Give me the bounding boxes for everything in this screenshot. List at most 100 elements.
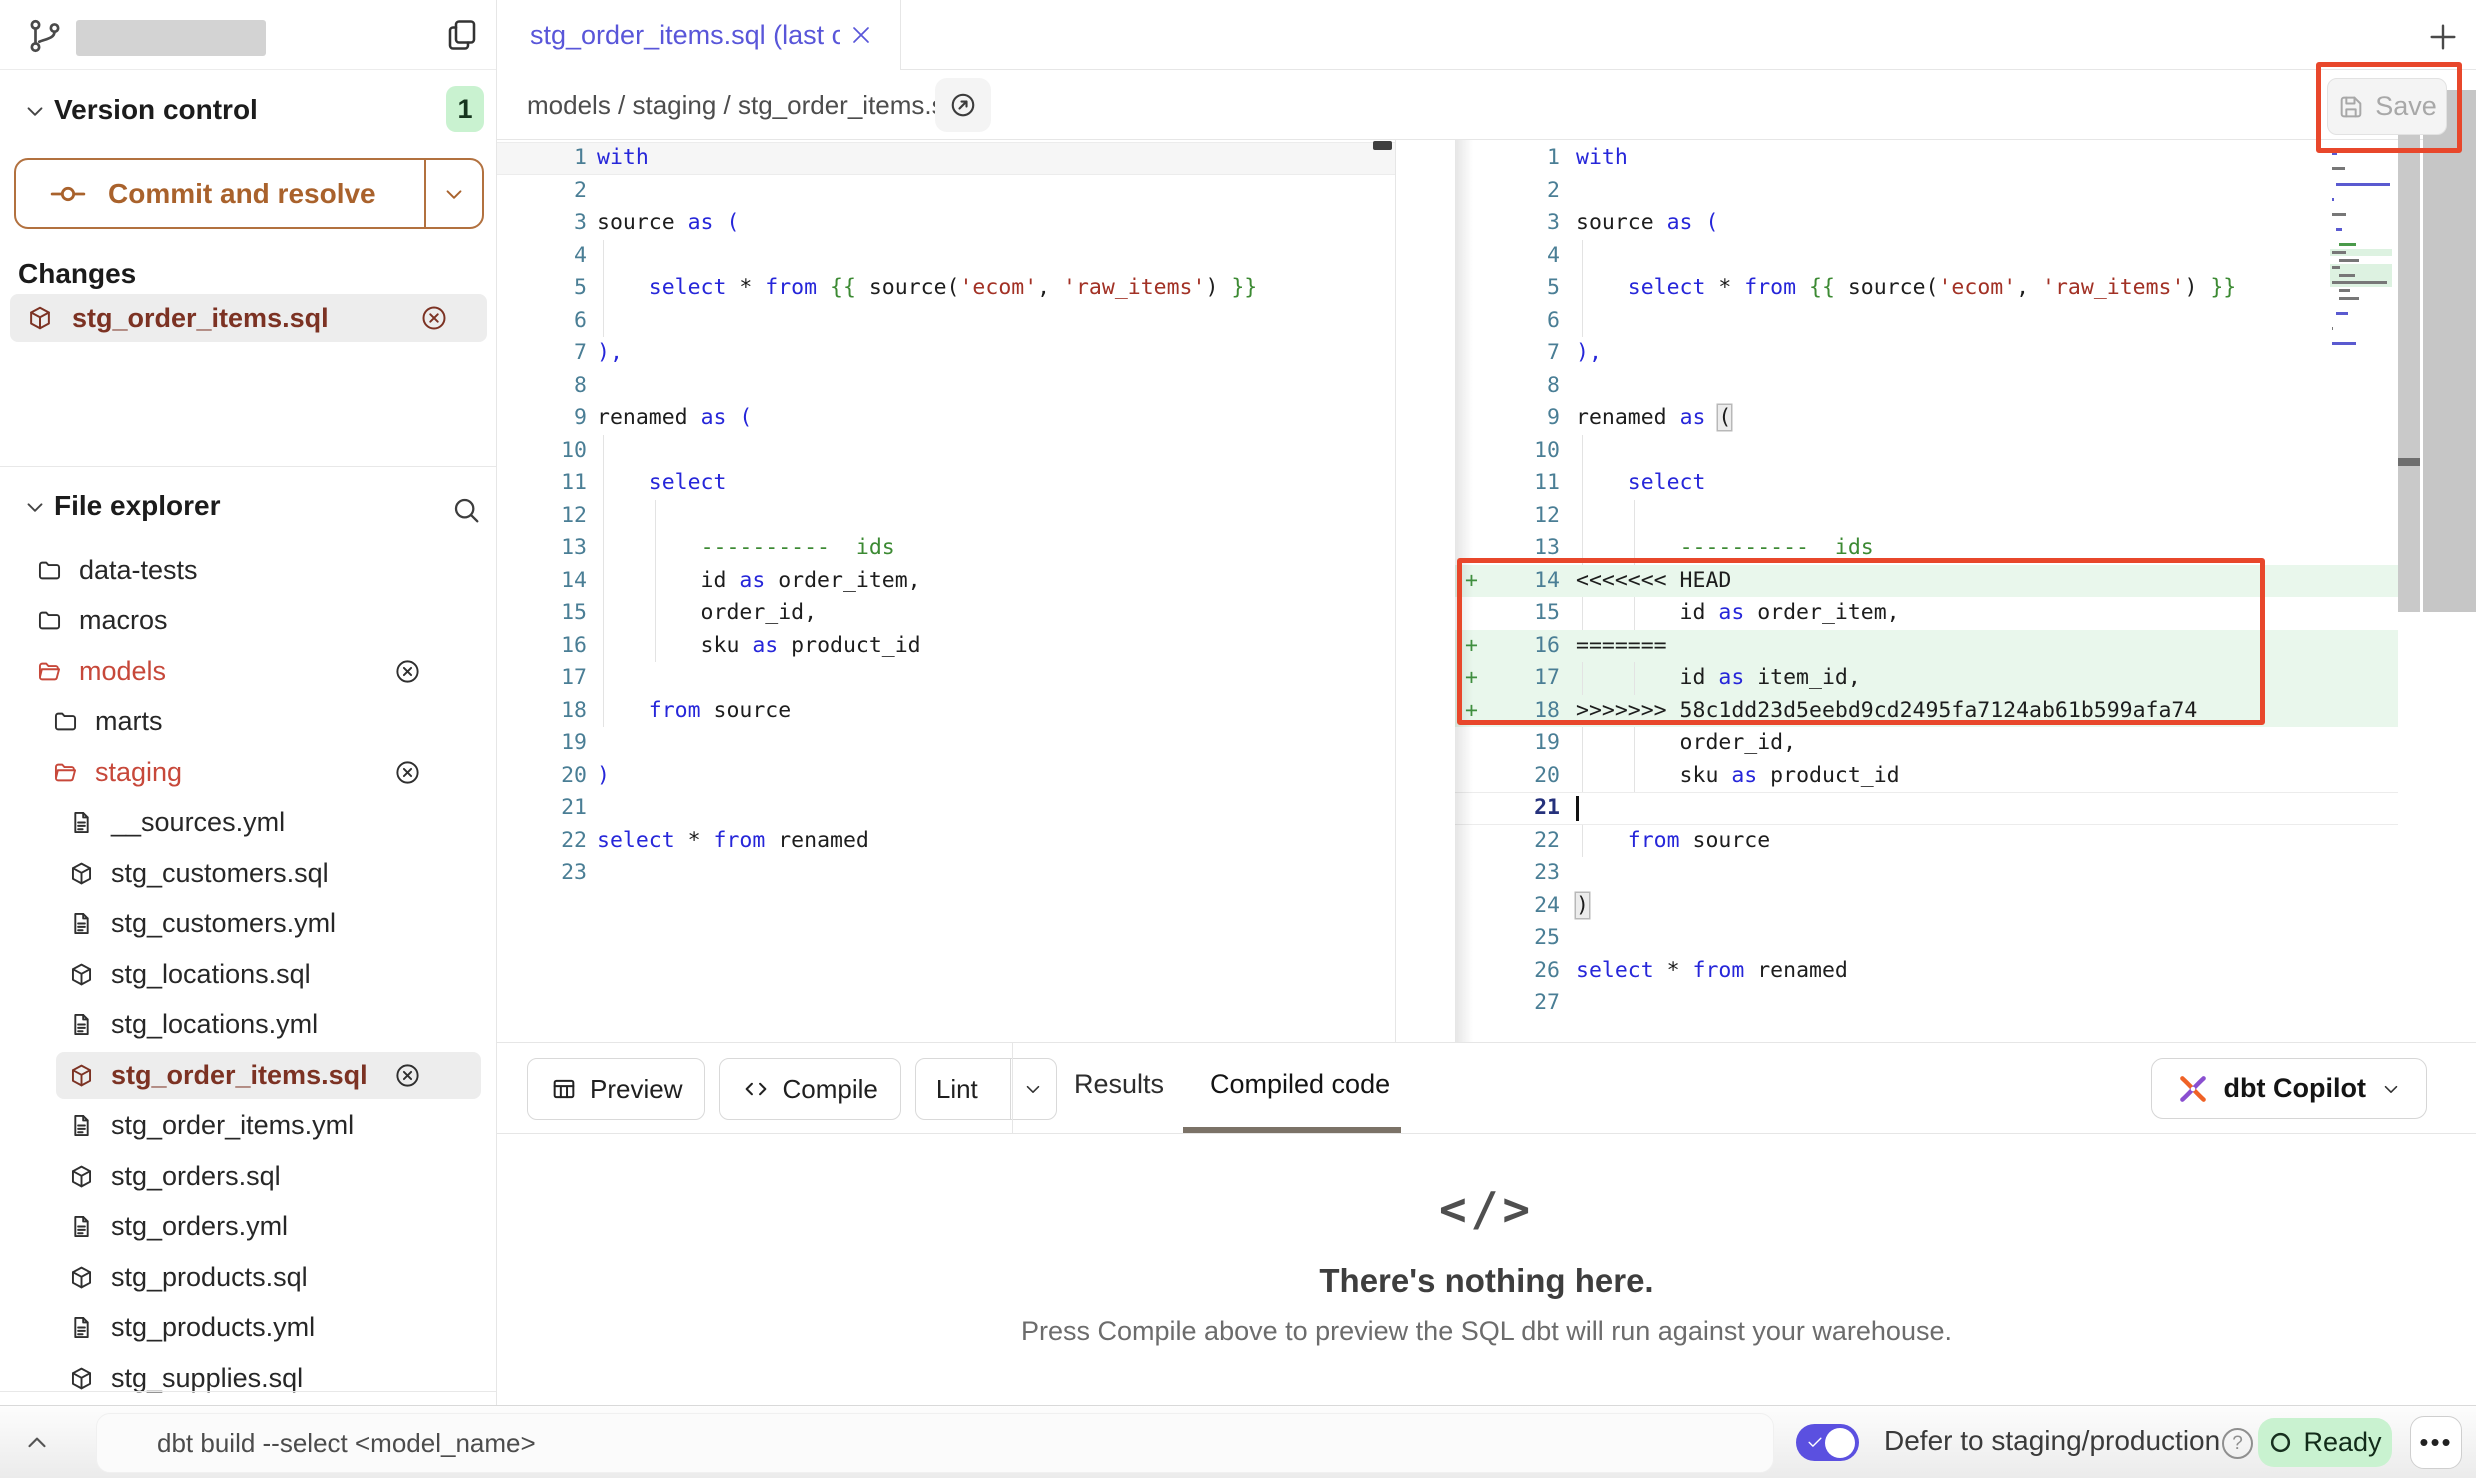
code-line-1: 1with [497,142,1395,175]
code-line-23: 23 [497,857,1395,890]
code-line-24: 24) [1455,890,2398,923]
file-label: stg_order_items.sql [111,1060,368,1091]
save-button[interactable]: Save [2327,78,2447,135]
code-line-10: 10 [497,435,1395,468]
toolbar-divider [1012,1043,1013,1133]
compile-button[interactable]: Compile [719,1058,900,1120]
commit-and-resolve-button[interactable]: Commit and resolve [14,158,484,229]
file-row-stg_locations.yml[interactable]: stg_locations.yml [0,1000,496,1051]
code-icon: </> [497,1182,2476,1236]
tab-bar: stg_order_items.sql (last c... [497,0,2476,70]
empty-state-subtitle: Press Compile above to preview the SQL d… [497,1316,2476,1347]
code-line-14: 14 id as order_item, [497,565,1395,598]
file-row-data-tests[interactable]: data-tests [0,545,496,596]
new-tab-icon[interactable] [2426,20,2460,54]
sidebar-top-bar [0,0,496,70]
version-control-header[interactable]: Version control 1 [0,84,496,140]
breadcrumb-bar: models / staging / stg_order_items.sql [497,70,2476,140]
file-row-stg_locations.sql[interactable]: stg_locations.sql [0,949,496,1000]
file-row-stg_order_items.sql[interactable]: stg_order_items.sql [0,1050,496,1101]
preview-button[interactable]: Preview [527,1058,705,1120]
chevron-down-icon[interactable] [22,98,48,124]
file-row-stg_order_items.yml[interactable]: stg_order_items.yml [0,1101,496,1152]
file-label: stg_customers.sql [111,858,329,889]
ready-label: Ready [2303,1427,2381,1458]
changed-file-row[interactable]: stg_order_items.sql [10,294,487,342]
lineage-icon [948,90,978,120]
search-icon[interactable] [450,494,482,526]
lineage-button[interactable] [935,78,991,132]
file-row-marts[interactable]: marts [0,697,496,748]
close-icon[interactable] [849,23,873,47]
defer-toggle[interactable] [1796,1424,1859,1461]
left-pane-scrollbar-thumb[interactable] [1373,141,1392,150]
code-line-11: 11 select [497,467,1395,500]
more-options-button[interactable]: ••• [2410,1416,2462,1469]
help-icon[interactable]: ? [2222,1428,2253,1459]
breadcrumb[interactable]: models / staging / stg_order_items.sql [527,90,965,121]
code-line-16: +16======= [1455,630,2398,663]
file-row-macros[interactable]: macros [0,596,496,647]
changes-section-label: Changes [18,258,136,290]
file-row-stg_orders.yml[interactable]: stg_orders.yml [0,1202,496,1253]
tab-stg-order-items[interactable]: stg_order_items.sql (last c... [497,0,901,70]
code-line-17: 17 [497,662,1395,695]
commit-button-label: Commit and resolve [108,178,376,210]
git-branch-icon[interactable] [26,17,64,55]
chevron-up-icon[interactable] [22,1428,52,1458]
minimap-slider[interactable] [2398,90,2420,612]
bottom-toolbar: Preview Compile Lint Results Compiled co… [497,1042,2476,1134]
commit-icon [48,174,88,214]
file-icon [68,809,95,836]
code-line-21: 21 [497,792,1395,825]
file-row-stg_products.yml[interactable]: stg_products.yml [0,1303,496,1354]
file-label: stg_products.yml [111,1312,315,1343]
results-panel: </> There's nothing here. Press Compile … [497,1134,2476,1405]
tab-label: stg_order_items.sql (last c... [530,20,840,51]
chevron-down-icon [1022,1078,1044,1100]
discard-change-icon[interactable] [394,759,421,786]
editor-pane-left[interactable]: 1with23source as (45 select * from {{ so… [497,140,1395,1042]
command-input[interactable]: dbt build --select <model_name> [96,1413,1774,1473]
file-row-stg_products.sql[interactable]: stg_products.sql [0,1252,496,1303]
editor-pane-right[interactable]: 1with23source as (45 select * from {{ so… [1455,140,2398,1042]
dbt-ide-window: Version control 1 Commit and resolve Cha… [0,0,2476,1478]
file-row-stg_orders.sql[interactable]: stg_orders.sql [0,1151,496,1202]
discard-change-icon[interactable] [394,658,421,685]
commit-dropdown-button[interactable] [424,160,482,227]
empty-state-title: There's nothing here. [497,1262,2476,1300]
file-row-staging[interactable]: staging [0,747,496,798]
chevron-down-icon[interactable] [22,494,48,520]
model-icon [68,1062,95,1089]
code-line-20: 20 sku as product_id [1455,760,2398,793]
code-line-14: +14<<<<<<< HEAD [1455,565,2398,598]
discard-change-icon[interactable] [420,304,448,332]
model-icon [68,1163,95,1190]
code-line-4: 4 [497,240,1395,273]
editor-split-view: 1with23source as (45 select * from {{ so… [497,140,2476,1042]
main-area: stg_order_items.sql (last c... models / … [497,0,2476,1405]
minimap[interactable] [2330,150,2392,355]
file-explorer-title: File explorer [54,490,221,522]
discard-change-icon[interactable] [394,1062,421,1089]
file-row-stg_customers.sql[interactable]: stg_customers.sql [0,848,496,899]
tab-results[interactable]: Results [1074,1069,1164,1100]
file-row-stg_supplies.sql[interactable]: stg_supplies.sql [0,1353,496,1404]
version-control-title: Version control [54,94,258,126]
model-icon [68,860,95,887]
file-label: stg_locations.sql [111,959,311,990]
file-row-stg_customers.yml[interactable]: stg_customers.yml [0,899,496,950]
dbt-copilot-button[interactable]: dbt Copilot [2151,1058,2427,1119]
editor-scrollbar[interactable] [2423,90,2476,612]
code-line-18: +18>>>>>>> 58c1dd23d5eebd9cd2495fa7124ab… [1455,695,2398,728]
file-explorer-header[interactable]: File explorer [0,480,496,540]
lint-dropdown-button[interactable] [1010,1059,1056,1119]
file-row-__sources.yml[interactable]: __sources.yml [0,798,496,849]
tab-compiled-code[interactable]: Compiled code [1210,1069,1390,1100]
file-row-models[interactable]: models [0,646,496,697]
code-line-10: 10 [1455,435,2398,468]
file-list: data-testsmacrosmodelsmartsstaging__sour… [0,545,496,1404]
lint-button[interactable]: Lint [915,1058,1057,1120]
copy-icon[interactable] [444,17,480,53]
code-line-17: +17 id as item_id, [1455,662,2398,695]
